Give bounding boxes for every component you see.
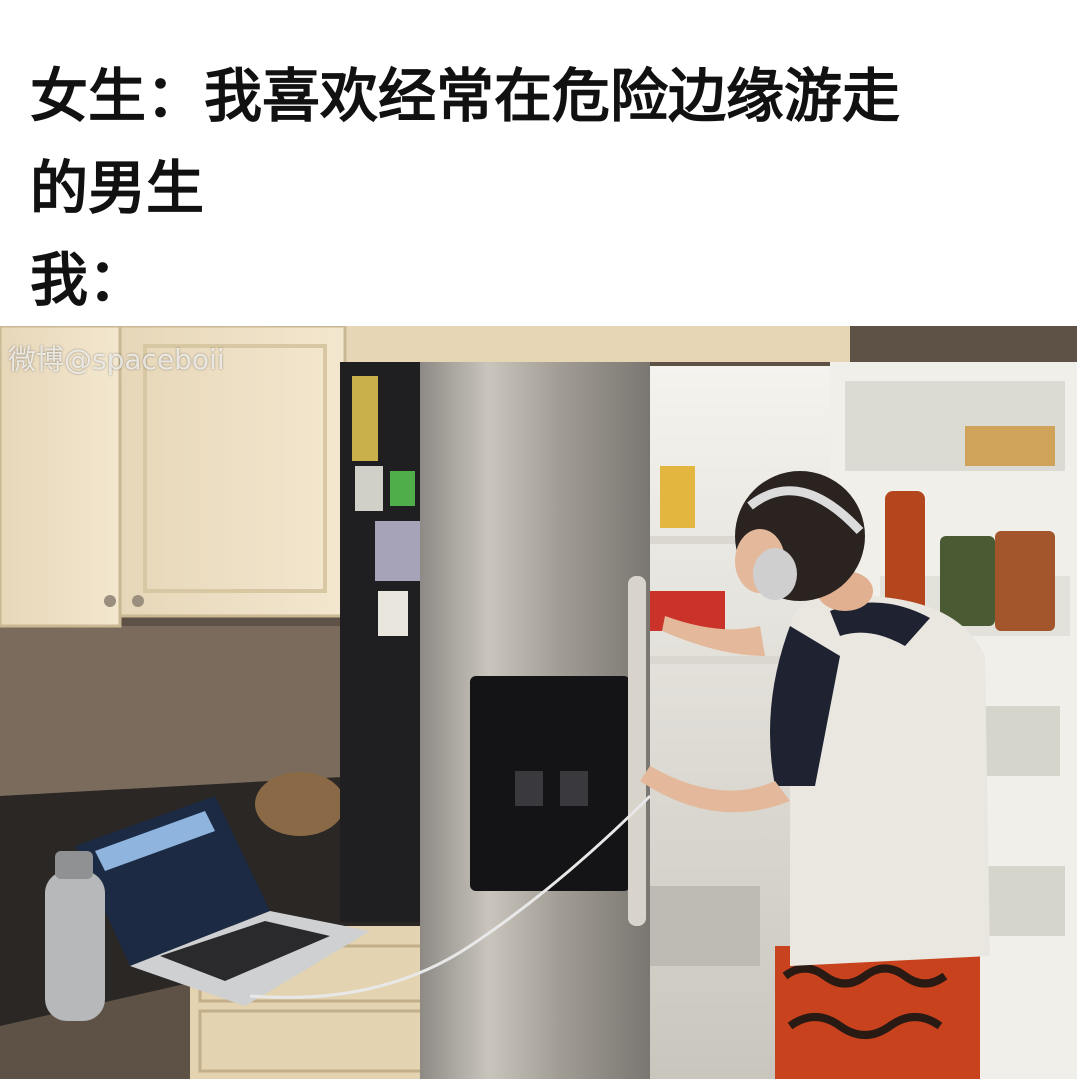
fridge-handle: [628, 576, 646, 926]
magnet: [390, 471, 415, 506]
sauce-bottle: [885, 491, 925, 616]
meme-image: 女生：我喜欢经常在危险边缘游走 的男生 我： 微博@spaceboii: [0, 0, 1077, 1079]
cabinet-knob: [104, 595, 116, 607]
top-trim: [330, 326, 850, 362]
headphones-cup: [753, 548, 797, 600]
kitchen-photo: [0, 326, 1077, 1079]
door-shelf: [980, 706, 1060, 776]
watermark: 微博@spaceboii: [8, 343, 225, 376]
caption: 女生：我喜欢经常在危险边缘游走 的男生 我：: [30, 50, 1050, 326]
water-dispenser: [470, 676, 630, 891]
bread-loaf: [255, 772, 345, 836]
caption-line-3: 我：: [30, 246, 147, 314]
door-shelf: [985, 866, 1065, 936]
jar: [995, 531, 1055, 631]
jar: [940, 536, 995, 626]
magnet: [352, 376, 378, 461]
door-shelf-item: [965, 426, 1055, 466]
cabinet-knob: [132, 595, 144, 607]
caption-line-1: 女生：我喜欢经常在危险边缘游走: [30, 62, 901, 130]
dispenser-nozzle: [515, 771, 543, 806]
magnet: [355, 466, 383, 511]
juice-carton: [660, 466, 695, 528]
bottle-cap: [55, 851, 93, 879]
caption-line-2: 的男生: [30, 154, 205, 222]
photo-magnet: [375, 521, 420, 581]
kitchen-scene: [0, 326, 1077, 1079]
water-bottle: [45, 871, 105, 1021]
dispenser-nozzle: [560, 771, 588, 806]
fridge-drawer: [650, 886, 760, 966]
note-magnet: [378, 591, 408, 636]
